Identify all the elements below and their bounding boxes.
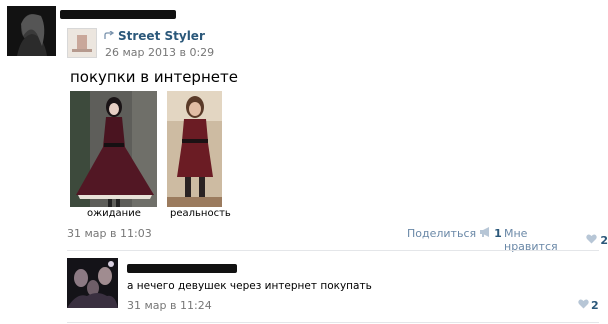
commenter-avatar[interactable] [67, 258, 118, 308]
redacted-commenter-name [127, 264, 237, 273]
comment-date[interactable]: 31 мар в 11:24 [127, 299, 212, 312]
comments-divider [67, 250, 599, 251]
heart-icon [586, 233, 598, 247]
share-button[interactable]: Поделиться 1 [407, 227, 502, 240]
repost-source-name: Street Styler [118, 29, 205, 43]
comment-like-button[interactable]: 2 [578, 299, 599, 312]
share-label: Поделиться [407, 227, 477, 240]
post-photo-expectation[interactable] [70, 91, 157, 207]
comment-like-count: 2 [591, 299, 599, 312]
repost-arrow-icon [104, 29, 115, 43]
photo-caption-expectation: ожидание [87, 208, 141, 219]
share-count: 1 [494, 227, 502, 240]
post-date[interactable]: 31 мар в 11:03 [67, 227, 152, 240]
megaphone-icon [479, 227, 491, 240]
post-text: покупки в интернете [70, 68, 238, 86]
repost-source-avatar[interactable] [67, 28, 97, 58]
repost-date[interactable]: 26 мар 2013 в 0:29 [105, 46, 214, 59]
heart-icon [578, 299, 589, 312]
bottom-divider [67, 322, 599, 323]
author-avatar[interactable] [7, 6, 56, 56]
post-photo-reality[interactable] [167, 91, 222, 207]
like-count: 2 [600, 233, 608, 247]
repost-source-link[interactable]: Street Styler [104, 29, 205, 43]
photo-caption-reality: реальность [170, 208, 231, 219]
redacted-author-name [60, 10, 176, 19]
comment-text: а нечего девушек через интернет покупать [127, 280, 372, 292]
